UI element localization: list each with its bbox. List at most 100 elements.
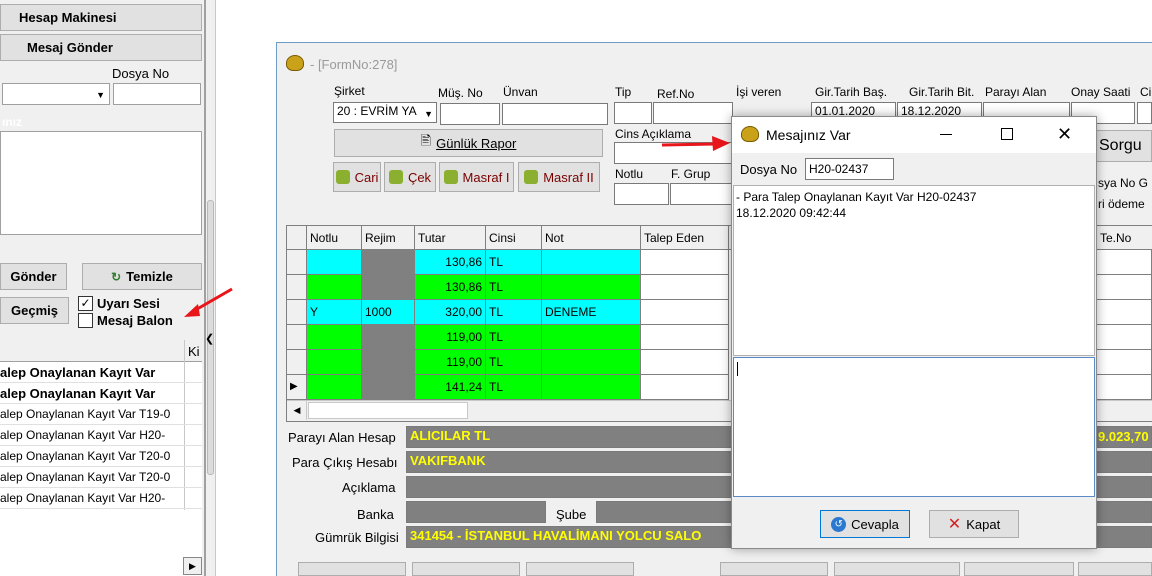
f-grup-input[interactable]	[670, 183, 732, 205]
send-message-button[interactable]: Mesaj Gönder	[0, 34, 202, 61]
recipient-select[interactable]: ▼	[2, 83, 110, 105]
grid-cell[interactable]: TL	[486, 325, 542, 350]
sorgu-button[interactable]: Sorgu	[1094, 130, 1152, 162]
close-icon[interactable]: ✕	[1057, 124, 1072, 144]
toolbar-button-4[interactable]	[720, 562, 828, 576]
dialog-reply-textarea[interactable]	[733, 357, 1095, 497]
cek-button[interactable]: Çek	[384, 162, 436, 192]
grid-header-cell[interactable]: Not	[542, 226, 641, 250]
list-item[interactable]: alep Onaylanan Kayıt Var T20-0	[0, 446, 202, 467]
daily-report-button[interactable]: 🖹 Günlük Rapor	[334, 129, 603, 157]
grid-cell[interactable]	[362, 250, 415, 275]
grid-cell[interactable]	[641, 250, 729, 275]
dialog-dosya-no-input[interactable]: H20-02437	[805, 158, 894, 180]
reply-button[interactable]: ↺ Cevapla	[820, 510, 910, 538]
maximize-icon[interactable]	[1001, 128, 1013, 140]
sirket-select[interactable]: 20 : EVRİM YA ▼	[333, 102, 437, 123]
list-item[interactable]: alep Onaylanan Kayıt Var H20-	[0, 488, 202, 509]
scroll-left-icon[interactable]: ◀	[288, 401, 307, 420]
send-button[interactable]: Gönder	[0, 263, 67, 290]
grid-cell[interactable]: 119,00	[415, 325, 486, 350]
grid-cell[interactable]	[542, 250, 641, 275]
grid-row-indicator[interactable]	[287, 325, 307, 350]
grid-cell[interactable]: DENEME	[542, 300, 641, 325]
list-item[interactable]: alep Onaylanan Kayıt Var H20-	[0, 425, 202, 446]
grid-cell[interactable]	[307, 350, 362, 375]
mus-no-input[interactable]	[440, 103, 500, 125]
unvan-input[interactable]	[502, 103, 608, 125]
grid-cell[interactable]: 320,00	[415, 300, 486, 325]
calculator-button[interactable]: Hesap Makinesi	[0, 4, 202, 31]
list-item[interactable]: alep Onaylanan Kayıt Var T20-0	[0, 467, 202, 488]
onay-ci-input[interactable]	[1137, 102, 1152, 124]
grid-cell[interactable]: 1000	[362, 300, 415, 325]
grid-cell[interactable]	[362, 325, 415, 350]
grid-cell[interactable]	[641, 375, 729, 400]
toolbar-button-1[interactable]	[298, 562, 406, 576]
grid-cell[interactable]	[542, 275, 641, 300]
dialog-message-line2: 18.12.2020 09:42:44	[736, 206, 847, 220]
toolbar-button-5[interactable]	[834, 562, 960, 576]
grid-cell[interactable]	[307, 375, 362, 400]
grid-cell[interactable]	[307, 250, 362, 275]
list-item[interactable]: alep Onaylanan Kayıt Var	[0, 362, 202, 383]
grid-cell[interactable]	[641, 350, 729, 375]
grid-cell[interactable]: TL	[486, 275, 542, 300]
grid-row-indicator[interactable]	[287, 275, 307, 300]
masraf2-button[interactable]: Masraf II	[518, 162, 600, 192]
grid-cell[interactable]: TL	[486, 300, 542, 325]
grid-row-indicator[interactable]	[287, 350, 307, 375]
grid-header-cell[interactable]: Cinsi	[486, 226, 542, 250]
list-item[interactable]: alep Onaylanan Kayıt Var	[0, 383, 202, 404]
grid-cell[interactable]	[641, 275, 729, 300]
grid-cell[interactable]: TL	[486, 375, 542, 400]
toolbar-button-3[interactable]	[526, 562, 634, 576]
grid-cell[interactable]: 141,24	[415, 375, 486, 400]
grid-row-indicator[interactable]: ▶	[287, 375, 307, 400]
list-item[interactable]: alep Onaylanan Kayıt Var T19-0	[0, 404, 202, 425]
toolbar-button-2[interactable]	[412, 562, 520, 576]
grid-header-cell[interactable]: Tutar	[415, 226, 486, 250]
grid-cell-text: DENEME	[545, 305, 597, 319]
message-textarea[interactable]	[0, 131, 202, 235]
scroll-right-icon[interactable]: ▶	[183, 557, 202, 575]
list-item-text: alep Onaylanan Kayıt Var H20-	[0, 491, 166, 505]
grid-cell[interactable]	[542, 350, 641, 375]
sound-checkbox[interactable]: ✓	[78, 296, 93, 311]
notlu-input[interactable]	[614, 183, 669, 205]
minimize-icon[interactable]	[940, 134, 952, 135]
toolbar-button-7[interactable]	[1078, 562, 1152, 576]
grid-header-cell[interactable]: Talep Eden	[641, 226, 729, 250]
masraf1-button[interactable]: Masraf I	[439, 162, 514, 192]
left-dosya-no-input[interactable]	[113, 83, 201, 105]
grid-cell[interactable]	[641, 325, 729, 350]
grid-cell[interactable]: TL	[486, 250, 542, 275]
grid-cell[interactable]	[307, 325, 362, 350]
history-button[interactable]: Geçmiş	[0, 297, 69, 324]
grid-cell[interactable]	[542, 375, 641, 400]
balloon-checkbox[interactable]	[78, 313, 93, 328]
ref-no-input[interactable]	[653, 102, 733, 124]
grid-cell[interactable]	[542, 325, 641, 350]
grid-cell[interactable]: 119,00	[415, 350, 486, 375]
grid-header-cell[interactable]: Notlu	[307, 226, 362, 250]
grid-cell[interactable]: Y	[307, 300, 362, 325]
tip-input[interactable]	[614, 102, 652, 124]
grid-cell[interactable]	[641, 300, 729, 325]
grid-cell[interactable]	[362, 350, 415, 375]
splitter-arrow-icon[interactable]: ❮	[205, 332, 214, 345]
grid-cell[interactable]: 130,86	[415, 275, 486, 300]
banka-field[interactable]	[406, 501, 546, 523]
grid-cell[interactable]: 130,86	[415, 250, 486, 275]
grid-hscroll-thumb[interactable]	[308, 402, 468, 419]
grid-row-indicator[interactable]	[287, 300, 307, 325]
grid-cell[interactable]: TL	[486, 350, 542, 375]
grid-cell[interactable]	[307, 275, 362, 300]
grid-cell[interactable]	[362, 275, 415, 300]
toolbar-button-6[interactable]	[964, 562, 1074, 576]
close-dialog-button[interactable]: ✕ Kapat	[929, 510, 1019, 538]
grid-header-cell[interactable]: Rejim	[362, 226, 415, 250]
grid-row-indicator[interactable]	[287, 250, 307, 275]
grid-cell[interactable]	[362, 375, 415, 400]
cari-button[interactable]: Cari	[333, 162, 381, 192]
